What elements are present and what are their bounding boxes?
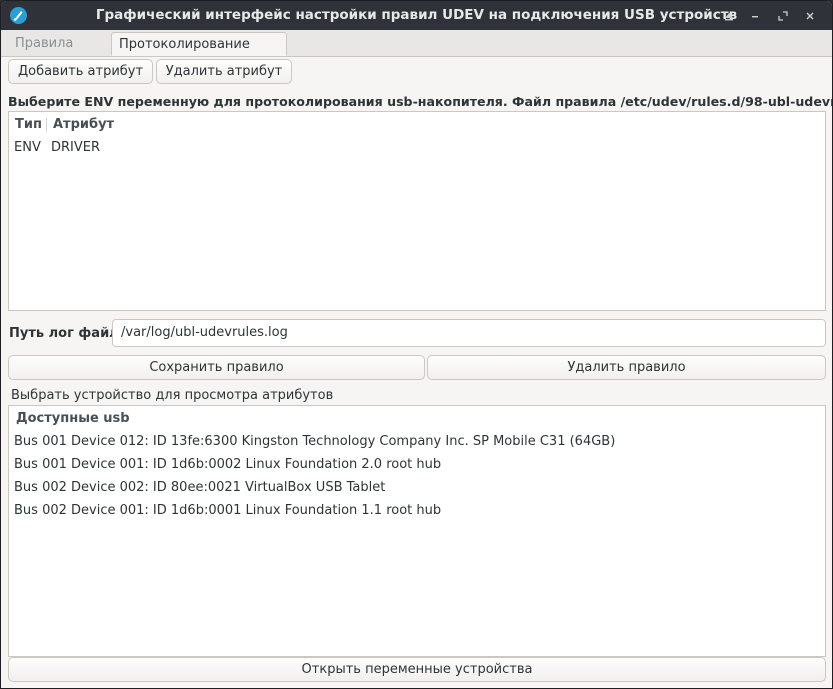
maximize-icon[interactable] xyxy=(773,6,793,26)
list-item[interactable]: Bus 002 Device 001: ID 1d6b:0001 Linux F… xyxy=(14,503,441,518)
tab-bar: Правила udev Протоколирование udev xyxy=(1,30,832,76)
list-item[interactable]: Bus 002 Device 002: ID 80ee:0021 Virtual… xyxy=(14,480,385,495)
tab-udev-rules[interactable]: Правила udev xyxy=(8,32,109,75)
usb-list-header[interactable]: Доступные usb xyxy=(16,411,130,426)
env-attributes-table[interactable]: Тип Атрибут ENV DRIVER xyxy=(8,111,826,311)
minimize-icon[interactable] xyxy=(745,6,765,26)
delete-rule-button[interactable]: Удалить правило xyxy=(427,355,826,380)
list-item[interactable]: Bus 001 Device 001: ID 1d6b:0002 Linux F… xyxy=(14,457,441,472)
close-icon[interactable] xyxy=(800,6,820,26)
row-type-cell: ENV xyxy=(14,140,41,155)
remove-attribute-button[interactable]: Удалить атрибут xyxy=(156,59,292,84)
title-bar[interactable]: Графический интерфейс настройки правил U… xyxy=(1,1,832,30)
column-header-attribute[interactable]: Атрибут xyxy=(53,117,114,132)
usb-device-list[interactable]: Доступные usb Bus 001 Device 012: ID 13f… xyxy=(8,405,826,657)
env-instruction: Выберите ENV переменную для протоколиров… xyxy=(8,94,832,109)
tab-udev-logging[interactable]: Протоколирование udev xyxy=(111,32,287,76)
device-select-caption: Выбрать устройство для просмотра атрибут… xyxy=(11,388,334,403)
log-path-input[interactable]: /var/log/ubl-udevrules.log xyxy=(112,319,826,347)
app-window: Графический интерфейс настройки правил U… xyxy=(0,0,833,689)
column-header-type[interactable]: Тип xyxy=(15,117,42,132)
open-device-variables-button[interactable]: Открыть переменные устройства xyxy=(8,657,826,682)
column-separator xyxy=(46,118,47,132)
list-item[interactable]: Bus 001 Device 012: ID 13fe:6300 Kingsto… xyxy=(14,434,615,449)
keep-above-icon[interactable] xyxy=(719,6,739,26)
add-attribute-button[interactable]: Добавить атрибут xyxy=(8,59,153,84)
log-path-label: Путь лог файла xyxy=(9,326,128,341)
save-rule-button[interactable]: Сохранить правило xyxy=(8,355,425,380)
row-attribute-cell: DRIVER xyxy=(51,140,101,155)
window-title: Графический интерфейс настройки правил U… xyxy=(95,7,738,23)
